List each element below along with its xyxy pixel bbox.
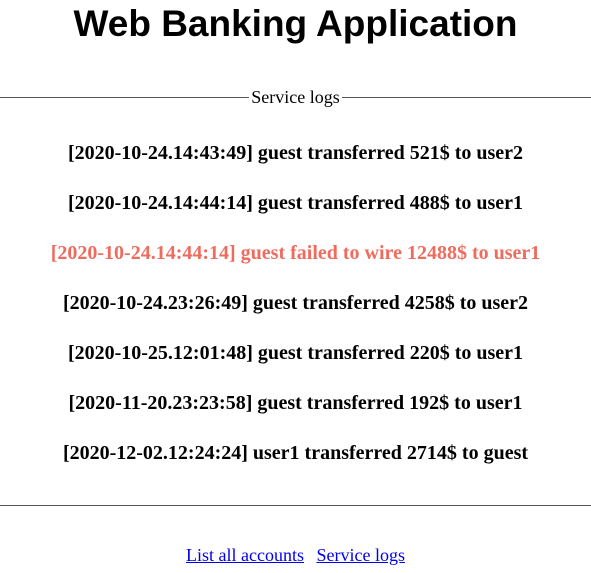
log-entry: [2020-10-24.14:43:49] guest transferred … [67,142,524,164]
list-all-accounts-link[interactable]: List all accounts [186,545,304,565]
log-list: [2020-10-24.14:43:49] guest transferred … [0,140,591,490]
log-entry: [2020-10-25.12:01:48] guest transferred … [67,342,524,364]
section-rule-right [341,96,591,98]
log-entry: [2020-12-02.12:24:24] user1 transferred … [62,442,529,464]
log-entry-failed: [2020-10-24.14:44:14] guest failed to wi… [50,242,541,264]
page-title: Web Banking Application [73,3,518,44]
log-entry: [2020-11-20.23:23:58] guest transferred … [68,392,523,414]
log-entry: [2020-10-24.23:26:49] guest transferred … [62,292,529,314]
section-legend: Service logs [251,87,340,107]
section-rule-left [0,96,250,98]
log-entry: [2020-10-24.14:44:14] guest transferred … [67,192,524,214]
service-logs-fieldset: Service logs [0,86,591,108]
footer-nav: List all accounts Service logs [0,544,591,566]
service-logs-link[interactable]: Service logs [316,545,404,565]
footer-divider [0,505,591,506]
